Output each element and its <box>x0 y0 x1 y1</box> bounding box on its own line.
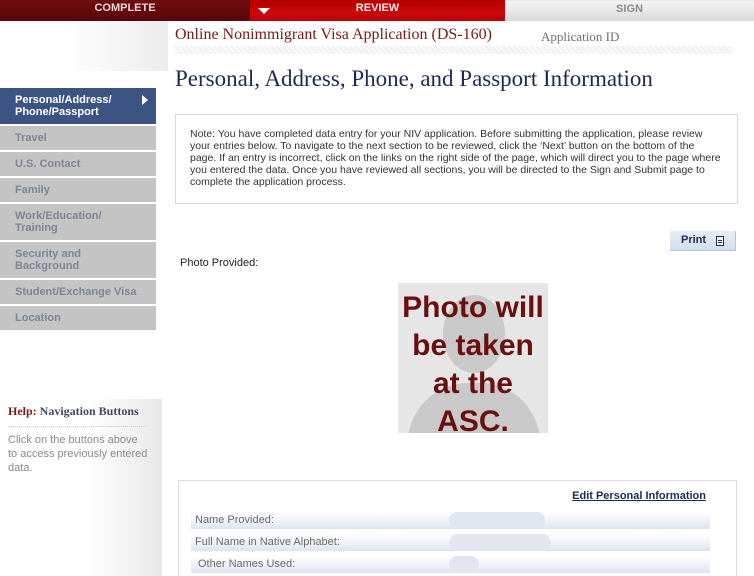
help-title: Help: Navigation Buttons <box>8 404 139 419</box>
caret-down-icon <box>258 8 270 14</box>
sidebar-item-label: Work/Education/Training <box>15 210 102 234</box>
sidebar-item-us-contact[interactable]: U.S. Contact <box>0 152 156 176</box>
sidebar-item-personal[interactable]: Personal/Address/Phone/Passport <box>0 88 156 124</box>
photo-provided-label: Photo Provided: <box>180 257 259 269</box>
info-value-redacted <box>449 556 479 572</box>
applicant-photo: Photo will be taken at the ASC. <box>398 283 548 433</box>
sidebar-item-security[interactable]: Security and Background <box>0 242 156 278</box>
left-header-shade <box>0 21 168 71</box>
sidebar-item-label: Personal/Address/Phone/Passport <box>15 94 112 118</box>
sidebar-item-label: U.S. Contact <box>15 158 81 170</box>
app-title: Online Nonimmigrant Visa Application (DS… <box>175 26 492 43</box>
progress-bar: COMPLETE REVIEW SIGN <box>0 0 754 21</box>
arrow-right-icon <box>142 95 148 105</box>
document-icon <box>716 236 724 246</box>
info-row: Name Provided: <box>191 512 710 529</box>
help-topic: Navigation Buttons <box>39 404 139 418</box>
review-note: Note: You have completed data entry for … <box>175 114 738 204</box>
step-label: COMPLETE <box>94 2 156 14</box>
step-sign: SIGN <box>505 0 754 21</box>
sidebar-item-family[interactable]: Family <box>0 178 156 202</box>
step-label: REVIEW <box>355 2 400 14</box>
sidebar-nav: Personal/Address/Phone/Passport Travel U… <box>0 88 156 332</box>
step-label: SIGN <box>616 3 643 15</box>
edit-personal-info-link[interactable]: Edit Personal Information <box>572 490 706 502</box>
sidebar-item-location[interactable]: Location <box>0 306 156 330</box>
help-text: Click on the buttons above to access pre… <box>8 434 148 474</box>
sidebar-item-label: Travel <box>15 132 47 144</box>
photo-overlay-text: Photo will be taken at the ASC. <box>402 291 544 433</box>
sidebar-item-work-education[interactable]: Work/Education/Training <box>0 204 156 240</box>
info-row: Other Names Used: <box>191 556 710 573</box>
help-key: Help: <box>8 404 37 418</box>
personal-info-section: Edit Personal Information Name Provided:… <box>178 480 737 576</box>
sidebar-item-travel[interactable]: Travel <box>0 126 156 150</box>
info-value-redacted <box>449 512 545 528</box>
header-divider <box>175 46 732 54</box>
print-label: Print <box>681 234 707 246</box>
application-id-label: Application ID <box>541 29 620 44</box>
info-row: Full Name in Native Alphabet: <box>191 534 710 551</box>
sidebar-item-label: Family <box>15 184 50 196</box>
info-value-redacted <box>449 534 551 550</box>
sidebar-item-student-exchange[interactable]: Student/Exchange Visa <box>0 280 156 304</box>
help-divider <box>8 426 146 427</box>
step-review: REVIEW <box>250 0 505 21</box>
page-title: Personal, Address, Phone, and Passport I… <box>175 66 653 91</box>
info-label: Full Name in Native Alphabet: <box>195 536 340 548</box>
sidebar-item-label: Student/Exchange Visa <box>15 286 137 298</box>
info-label: Other Names Used: <box>198 558 296 570</box>
step-complete: COMPLETE <box>0 0 250 21</box>
sidebar-item-label: Security and Background <box>15 248 82 272</box>
print-button[interactable]: Print <box>670 231 736 251</box>
info-label: Name Provided: <box>195 514 274 526</box>
sidebar-item-label: Location <box>15 312 61 324</box>
help-panel: Help: Navigation Buttons Click on the bu… <box>0 399 162 576</box>
